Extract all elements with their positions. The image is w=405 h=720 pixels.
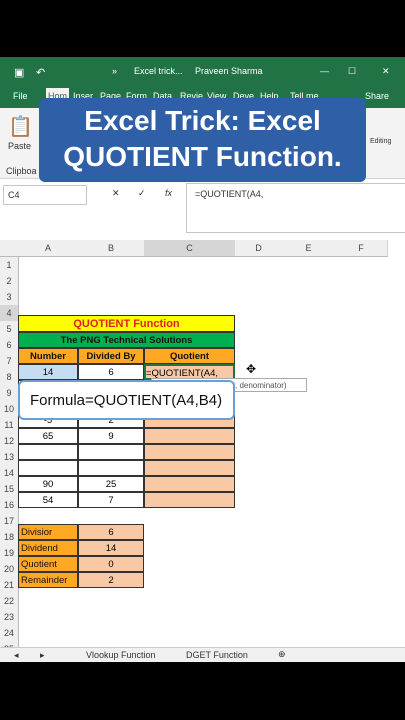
cell-divided-by[interactable]: 7	[78, 492, 144, 508]
header-number[interactable]: Number	[18, 348, 78, 364]
header-quotient[interactable]: Quotient	[144, 348, 235, 364]
cell-divided-by[interactable]: 9	[78, 428, 144, 444]
sheet-tab-vlookup[interactable]: Vlookup Function	[86, 650, 156, 660]
enter-icon[interactable]: ✓	[138, 188, 146, 199]
minimize-icon[interactable]: —	[320, 66, 329, 76]
col-header-d[interactable]: D	[235, 240, 283, 257]
row-header[interactable]: 13	[0, 449, 19, 466]
row-header[interactable]: 10	[0, 401, 19, 418]
user-name: Praveen Sharma	[195, 66, 263, 76]
cell-divided-by[interactable]: 6	[78, 364, 144, 380]
row-header[interactable]: 11	[0, 417, 19, 434]
cell-quotient[interactable]	[144, 460, 235, 476]
cell-divided-by[interactable]: 25	[78, 476, 144, 492]
formula-callout: Formula=QUOTIENT(A4,B4)	[18, 380, 235, 420]
cell-number[interactable]	[18, 460, 78, 476]
row-header[interactable]: 15	[0, 481, 19, 498]
summary-value[interactable]: 2	[78, 572, 144, 588]
summary-value[interactable]: 0	[78, 556, 144, 572]
row-header[interactable]: 5	[0, 321, 19, 338]
clipboard-label: Clipboa	[6, 166, 37, 176]
spreadsheet-grid: A B C D E F 1 2 3 4 5 6 7 8 9 10 11 12 13 14 15 16 17 18 1…	[0, 240, 405, 662]
cell-number[interactable]: 14	[18, 364, 78, 380]
summary-value[interactable]: 14	[78, 540, 144, 556]
header-divided-by[interactable]: Divided By	[78, 348, 144, 364]
col-header-a[interactable]: A	[18, 240, 79, 257]
row-header[interactable]: 3	[0, 289, 19, 306]
paste-icon[interactable]: 📋	[8, 114, 33, 139]
window-title: Excel trick...	[134, 66, 183, 76]
prev-sheet-icon[interactable]: ◂	[14, 650, 19, 661]
summary-label[interactable]: Quotient	[18, 556, 78, 572]
row-header[interactable]: 7	[0, 353, 19, 370]
row-header[interactable]: 16	[0, 497, 19, 514]
row-header[interactable]: 12	[0, 433, 19, 450]
summary-value[interactable]: 6	[78, 524, 144, 540]
cursor-icon: ✥	[246, 362, 257, 376]
overlay-title: Excel Trick: Excel QUOTIENT Function.	[39, 98, 366, 182]
cell-number[interactable]	[18, 444, 78, 460]
row-header[interactable]: 22	[0, 593, 19, 610]
summary-label[interactable]: Remainder	[18, 572, 78, 588]
select-all[interactable]	[0, 240, 19, 257]
row-header[interactable]: 1	[0, 257, 19, 274]
more-icon[interactable]: »	[112, 66, 117, 76]
save-icon[interactable]: ▣	[14, 66, 24, 79]
cell-quotient[interactable]	[144, 476, 235, 492]
col-header-b[interactable]: B	[78, 240, 145, 257]
row-header[interactable]: 18	[0, 529, 19, 546]
tab-file[interactable]: File	[13, 91, 28, 101]
cancel-icon[interactable]: ✕	[112, 188, 120, 199]
row-header[interactable]: 17	[0, 513, 19, 530]
row-header[interactable]: 24	[0, 625, 19, 642]
close-icon[interactable]: ✕	[382, 66, 390, 77]
cell-number[interactable]: 54	[18, 492, 78, 508]
formula-bar[interactable]: =QUOTIENT(A4,	[186, 183, 405, 233]
formula-row: C4 ✕ ✓ fx =QUOTIENT(A4,	[0, 183, 405, 233]
row-header[interactable]: 20	[0, 561, 19, 578]
row-header[interactable]: 2	[0, 273, 19, 290]
row-header[interactable]: 9	[0, 385, 19, 402]
title-cell[interactable]: QUOTIENT Function	[18, 315, 235, 332]
add-sheet-icon[interactable]: ⊕	[278, 649, 286, 660]
title-bar: ▣ ↶ » Excel trick... Praveen Sharma — ☐ …	[0, 57, 405, 84]
undo-icon[interactable]: ↶	[36, 66, 45, 79]
sheet-tab-dget[interactable]: DGET Function	[186, 650, 248, 660]
cell-quotient[interactable]	[144, 444, 235, 460]
cell-divided-by[interactable]	[78, 460, 144, 476]
row-header[interactable]: 23	[0, 609, 19, 626]
fx-icon[interactable]: fx	[165, 188, 172, 198]
row-header[interactable]: 19	[0, 545, 19, 562]
summary-label[interactable]: Dividend	[18, 540, 78, 556]
summary-label[interactable]: Divisior	[18, 524, 78, 540]
share-button[interactable]: Share	[365, 91, 389, 101]
row-header[interactable]: 21	[0, 577, 19, 594]
cell-quotient[interactable]	[144, 492, 235, 508]
row-header[interactable]: 6	[0, 337, 19, 354]
cell-divided-by[interactable]	[78, 444, 144, 460]
col-header-e[interactable]: E	[282, 240, 336, 257]
editing-label: Editing	[370, 138, 392, 145]
sheet-tabs: ◂ ▸ Vlookup Function DGET Function ⊕	[0, 647, 405, 662]
row-header[interactable]: 14	[0, 465, 19, 482]
cell-number[interactable]: 65	[18, 428, 78, 444]
row-header[interactable]: 4	[0, 305, 19, 322]
col-header-f[interactable]: F	[335, 240, 388, 257]
cell-quotient[interactable]	[144, 428, 235, 444]
paste-label: Paste	[8, 141, 32, 151]
col-header-c[interactable]: C	[144, 240, 236, 257]
cell-number[interactable]: 90	[18, 476, 78, 492]
subtitle-cell[interactable]: The PNG Technical Solutions	[18, 332, 235, 348]
row-header[interactable]: 8	[0, 369, 19, 386]
next-sheet-icon[interactable]: ▸	[40, 650, 45, 661]
maximize-icon[interactable]: ☐	[348, 66, 356, 77]
name-box[interactable]: C4	[3, 185, 87, 205]
